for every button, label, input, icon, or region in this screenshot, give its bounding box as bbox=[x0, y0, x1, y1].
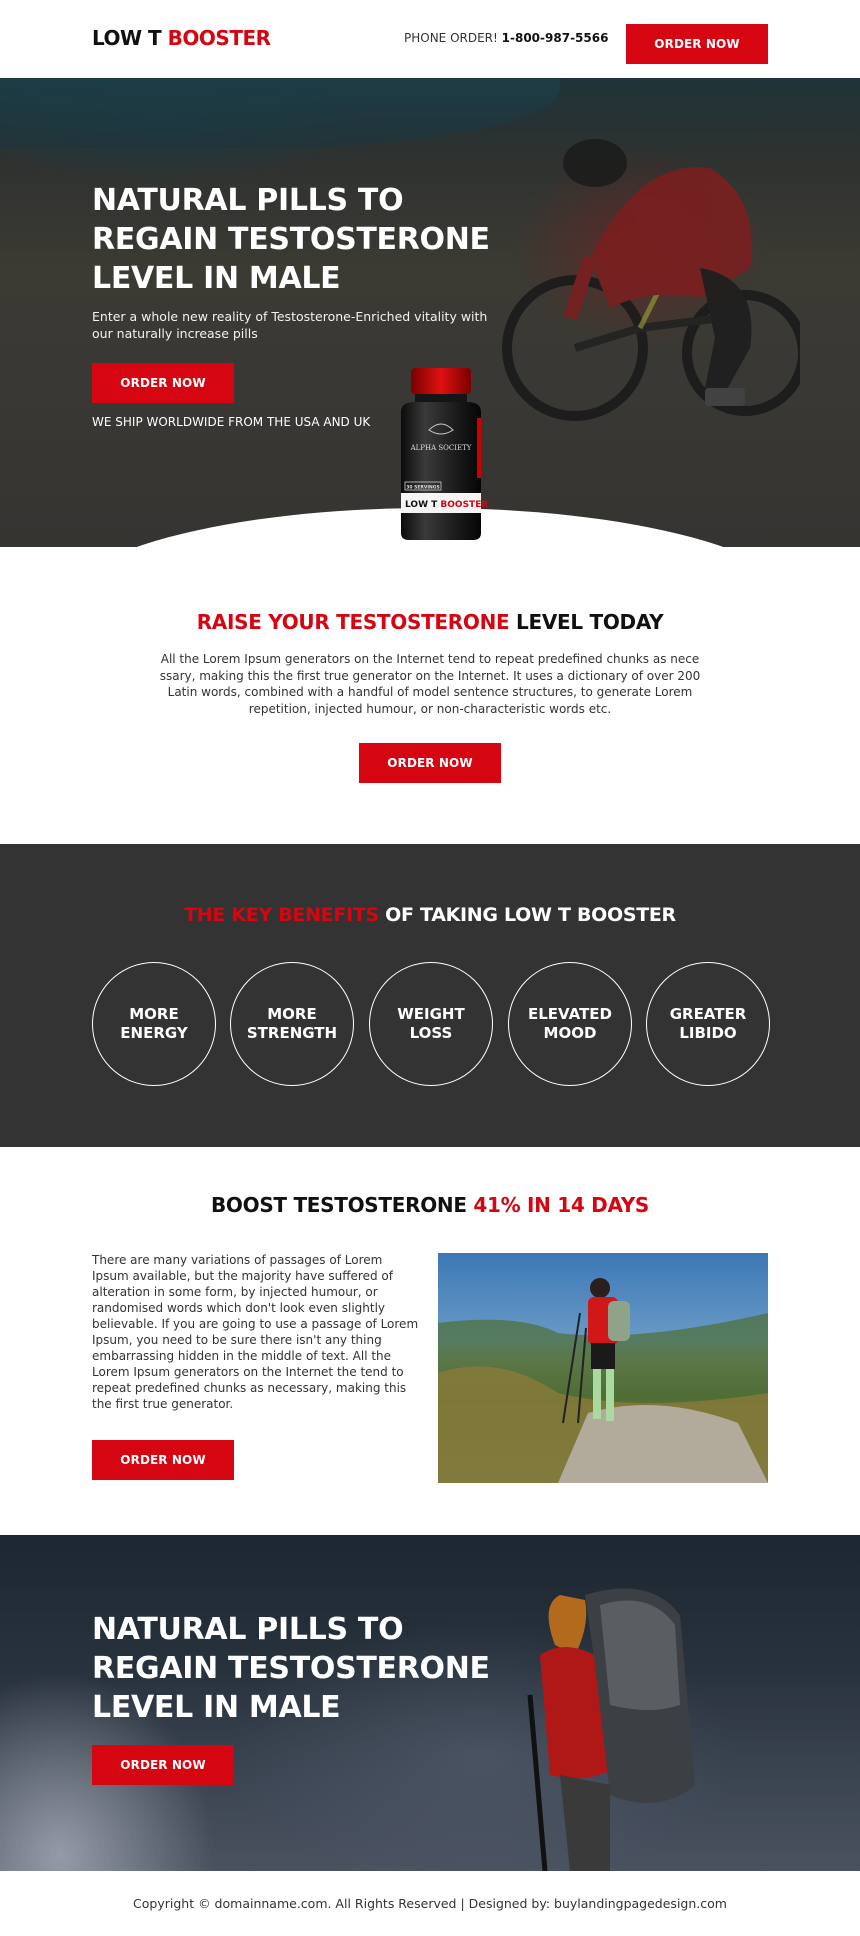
svg-text:LOW T BOOSTER: LOW T BOOSTER bbox=[405, 500, 488, 510]
raise-body-text: All the Lorem Ipsum generators on the In… bbox=[159, 652, 701, 716]
benefits-title-rest: OF TAKING LOW T BOOSTER bbox=[378, 904, 676, 926]
benefit-line2: ENERGY bbox=[120, 1024, 188, 1042]
hero-background-lake bbox=[0, 78, 560, 148]
boost-body-text: There are many variations of passages of… bbox=[92, 1253, 419, 1411]
hero-subtitle: Enter a whole new reality of Testosteron… bbox=[92, 309, 488, 341]
bottom-hero-order-button[interactable]: ORDER NOW bbox=[92, 1745, 234, 1785]
hiker-illustration bbox=[438, 1278, 768, 1483]
copyright-text: Copyright © domainname.com. All Rights R… bbox=[133, 1896, 727, 1911]
benefits-section: THE KEY BENEFITS OF TAKING LOW T BOOSTER… bbox=[0, 844, 860, 1147]
hero-order-button[interactable]: ORDER NOW bbox=[92, 363, 234, 403]
bottle-brand: ALPHA SOCIETY bbox=[410, 444, 472, 452]
benefit-item: MORE ENERGY bbox=[92, 962, 216, 1086]
boost-title-accent: 41% IN 14 DAYS bbox=[473, 1193, 649, 1217]
mountaineer-image bbox=[527, 1588, 695, 1871]
phone-order: PHONE ORDER! 1-800-987-5566 bbox=[404, 31, 608, 45]
boost-title-rest: BOOST TESTOSTERONE bbox=[210, 1193, 474, 1217]
phone-number[interactable]: 1-800-987-5566 bbox=[502, 31, 609, 45]
benefit-line2: STRENGTH bbox=[246, 1024, 338, 1042]
raise-testosterone-section: RAISE YOUR TESTOSTERONE LEVEL TODAY All … bbox=[0, 547, 860, 844]
bottle-servings: 30 SERVINGS bbox=[406, 485, 439, 491]
benefits-list: MORE ENERGY MORE STRENGTH WEIGHT LOSS ELEVA… bbox=[92, 962, 770, 1086]
bottle-label-accent: BOOSTER bbox=[440, 500, 488, 510]
hero-title: NATURAL PILLS TO REGAIN TESTOSTERONE LEV… bbox=[92, 183, 490, 296]
raise-title: RAISE YOUR TESTOSTERONE LEVEL TODAY bbox=[0, 610, 860, 634]
logo[interactable]: LOW T BOOSTER bbox=[92, 26, 271, 50]
phone-label: PHONE ORDER! bbox=[404, 31, 502, 45]
footer: Copyright © domainname.com. All Rights R… bbox=[0, 1871, 860, 1936]
header-order-button[interactable]: ORDER NOW bbox=[626, 24, 768, 64]
bottle-label-primary: LOW T bbox=[405, 500, 440, 510]
hero-section: NATURAL PILLS TO REGAIN TESTOSTERONE LEV… bbox=[0, 78, 860, 547]
benefit-line1: GREATER bbox=[669, 1005, 747, 1023]
bottom-hero-title: NATURAL PILLS TO REGAIN TESTOSTERONE LEV… bbox=[92, 1612, 490, 1725]
bottom-hero-section: NATURAL PILLS TO REGAIN TESTOSTERONE LEV… bbox=[0, 1535, 860, 1871]
raise-title-accent: RAISE YOUR TESTOSTERONE bbox=[196, 610, 510, 634]
benefits-title: THE KEY BENEFITS OF TAKING LOW T BOOSTER bbox=[0, 904, 860, 926]
raise-order-button[interactable]: ORDER NOW bbox=[359, 743, 501, 783]
benefit-item: WEIGHT LOSS bbox=[369, 962, 493, 1086]
benefit-item: ELEVATED MOOD bbox=[508, 962, 632, 1086]
shipping-note: WE SHIP WORLDWIDE FROM THE USA AND UK bbox=[92, 415, 371, 429]
header: LOW T BOOSTER PHONE ORDER! 1-800-987-556… bbox=[0, 0, 860, 78]
benefit-line1: WEIGHT bbox=[397, 1005, 465, 1023]
benefit-line1: MORE bbox=[129, 1005, 179, 1023]
boost-title: BOOST TESTOSTERONE 41% IN 14 DAYS bbox=[0, 1193, 860, 1217]
mountain-biker-image bbox=[502, 139, 800, 421]
benefit-line1: MORE bbox=[267, 1005, 317, 1023]
benefits-title-accent: THE KEY BENEFITS bbox=[184, 904, 379, 926]
benefit-item: GREATER LIBIDO bbox=[646, 962, 770, 1086]
raise-title-rest: LEVEL TODAY bbox=[509, 610, 664, 634]
boost-section: BOOST TESTOSTERONE 41% IN 14 DAYS There … bbox=[0, 1147, 860, 1535]
boost-order-button[interactable]: ORDER NOW bbox=[92, 1440, 234, 1480]
product-bottle-image: ALPHA SOCIETY 30 SERVINGS LOW T BOOSTER bbox=[401, 368, 488, 540]
benefit-line2: LOSS bbox=[409, 1024, 453, 1042]
benefit-line2: MOOD bbox=[543, 1024, 597, 1042]
benefit-line1: ELEVATED bbox=[527, 1005, 613, 1023]
benefit-line2: LIBIDO bbox=[679, 1024, 737, 1042]
hiker-photo bbox=[438, 1253, 768, 1483]
logo-text-accent: BOOSTER bbox=[167, 26, 271, 50]
logo-text-primary: LOW T bbox=[92, 26, 168, 50]
benefit-item: MORE STRENGTH bbox=[230, 962, 354, 1086]
